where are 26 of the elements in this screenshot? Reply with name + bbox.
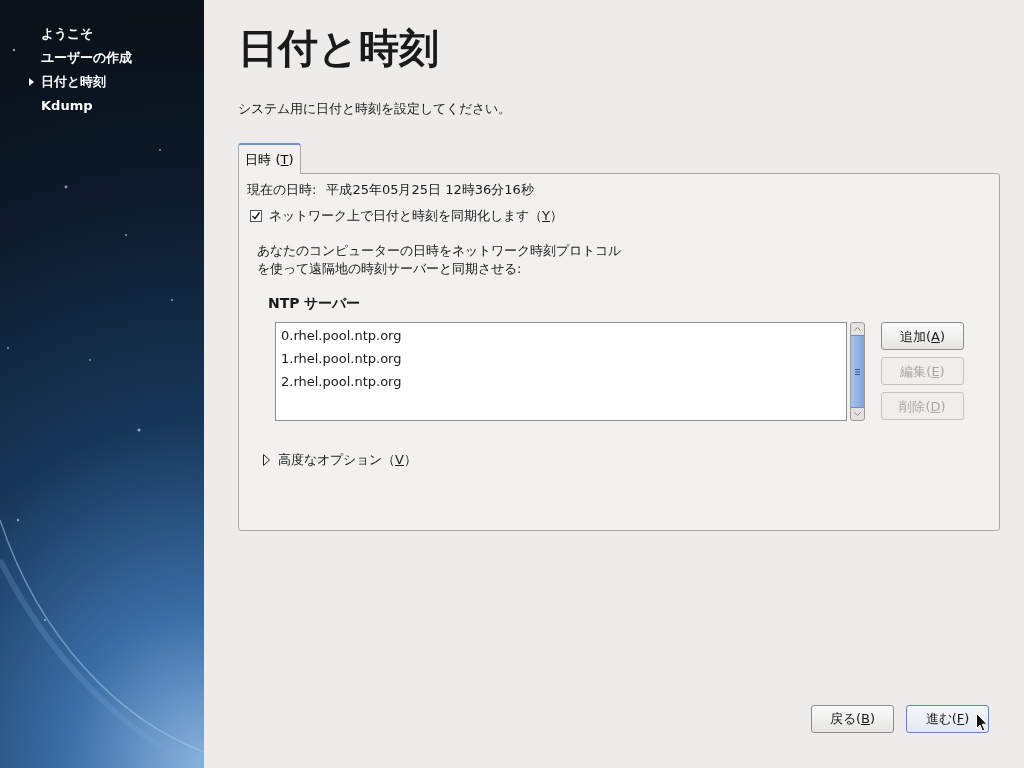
server-list-item[interactable]: 2.rhel.pool.ntp.org bbox=[276, 370, 846, 393]
sidebar-step: 日付と時刻 bbox=[41, 73, 106, 91]
current-time-value: 平成25年05月25日 12時36分16秒 bbox=[326, 181, 534, 200]
mouse-pointer-icon bbox=[976, 713, 988, 732]
scrollbar[interactable] bbox=[850, 322, 865, 421]
sidebar-step: ようこそ bbox=[41, 25, 93, 43]
grip-lines-icon bbox=[855, 368, 860, 375]
nav-button[interactable]: 戻る(B) bbox=[811, 705, 894, 733]
nav-button[interactable]: 進む(F) bbox=[906, 705, 989, 733]
advanced-options-expander[interactable]: 高度なオプション（V） bbox=[278, 450, 417, 470]
action-button[interactable]: 追加(A) bbox=[881, 322, 964, 350]
server-list-item[interactable]: 1.rhel.pool.ntp.org bbox=[276, 347, 846, 370]
sidebar-step: Kdump bbox=[41, 97, 93, 115]
description-text: あなたのコンピューターの日時をネットワーク時刻プロトコル を使って遠隔地の時刻サーバーと同期させる: bbox=[257, 242, 621, 278]
tab[interactable]: 日時 (T) bbox=[238, 143, 301, 174]
ntp-heading: NTP サーバー bbox=[268, 294, 361, 312]
sync-checkbox-label[interactable]: ネットワーク上で日付と時刻を同期化します（Y） bbox=[269, 206, 563, 226]
current-time-label: 現在の日時: bbox=[247, 181, 317, 200]
page-subtitle: システム用に日付と時刻を設定してください。 bbox=[238, 100, 511, 118]
checkbox[interactable] bbox=[250, 210, 262, 222]
scrollbar-thumb[interactable] bbox=[851, 335, 864, 408]
sidebar-step: ユーザーの作成 bbox=[41, 49, 132, 67]
page-title: 日付と時刻 bbox=[238, 24, 439, 72]
server-list-item[interactable]: 0.rhel.pool.ntp.org bbox=[276, 324, 846, 347]
triangle-right-icon[interactable] bbox=[262, 454, 271, 466]
ntp-server-list[interactable]: 0.rhel.pool.ntp.org 1.rhel.pool.ntp.org 2.rhel.pool.ntp.org bbox=[275, 322, 847, 421]
